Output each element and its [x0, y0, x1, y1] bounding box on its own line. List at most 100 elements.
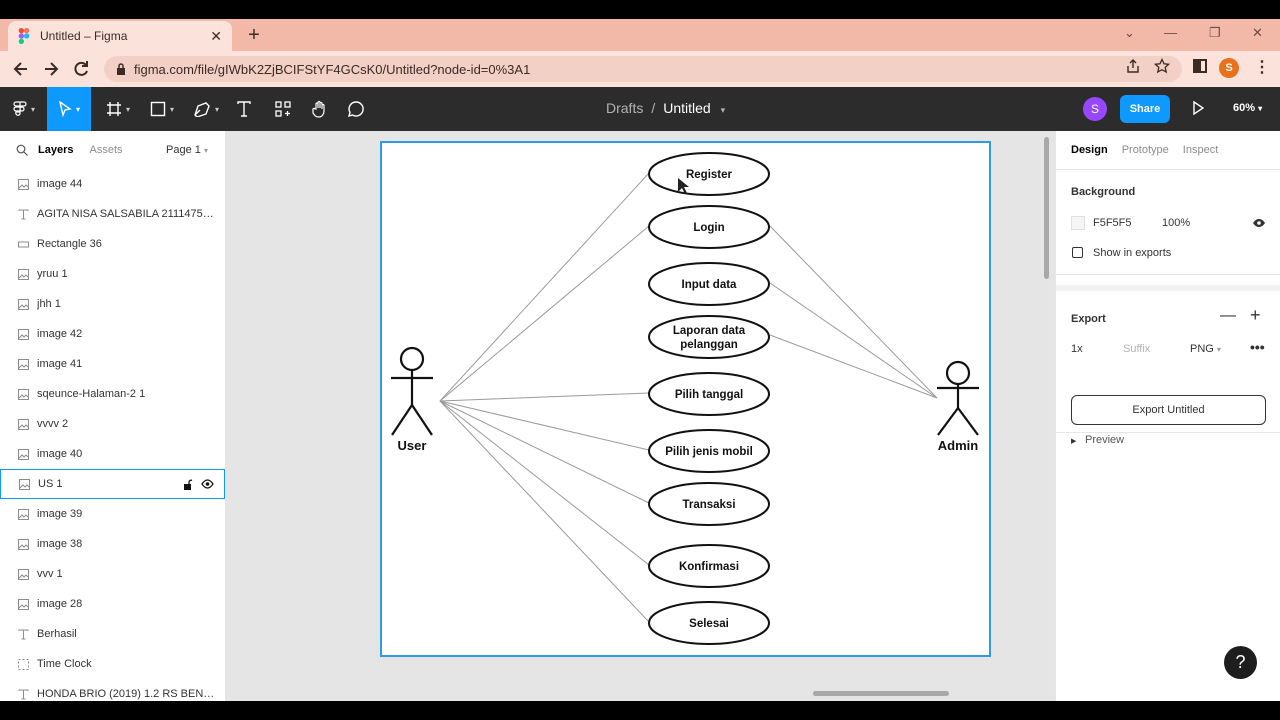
- move-tool-button[interactable]: ▾: [47, 87, 91, 131]
- use-case-label: Register: [686, 169, 733, 181]
- minimize-icon[interactable]: —: [1164, 25, 1177, 40]
- layer-row[interactable]: Rectangle 36: [0, 229, 225, 259]
- reload-icon[interactable]: [71, 59, 91, 79]
- layer-row[interactable]: image 44: [0, 169, 225, 199]
- frame-tool-button[interactable]: ▾: [100, 87, 136, 131]
- layer-row[interactable]: Time Clock: [0, 649, 225, 679]
- tab-design[interactable]: Design: [1071, 144, 1108, 156]
- more-options-icon[interactable]: •••: [1250, 339, 1265, 355]
- tab-assets[interactable]: Assets: [89, 144, 122, 156]
- tab-prototype[interactable]: Prototype: [1122, 144, 1169, 156]
- layer-row[interactable]: vvv 1: [0, 559, 225, 589]
- hand-icon: [312, 100, 325, 118]
- main-menu-button[interactable]: ▾: [6, 87, 42, 131]
- show-in-exports-checkbox[interactable]: [1072, 247, 1083, 258]
- file-name[interactable]: Untitled: [663, 100, 710, 116]
- layer-name: image 39: [37, 508, 83, 520]
- vertical-scrollbar[interactable]: [1044, 137, 1049, 279]
- eye-icon[interactable]: [1252, 218, 1266, 228]
- new-tab-button[interactable]: +: [244, 23, 264, 47]
- layer-row[interactable]: image 40: [0, 439, 225, 469]
- layer-name: image 28: [37, 598, 83, 610]
- layer-row[interactable]: sqeunce-Halaman-2 1: [0, 379, 225, 409]
- layer-name: yruu 1: [37, 268, 68, 280]
- layer-row[interactable]: yruu 1: [0, 259, 225, 289]
- export-section: Export — + 1x Suffix PNG ▾ ••• Export Un…: [1056, 285, 1280, 446]
- resources-button[interactable]: [270, 87, 296, 131]
- figma-logo-icon: [18, 28, 30, 44]
- window-close-icon[interactable]: ✕: [1252, 25, 1263, 41]
- breadcrumb-drafts[interactable]: Drafts: [606, 100, 643, 116]
- present-play-icon[interactable]: [1192, 101, 1204, 115]
- frame-us-1[interactable]: User Admin Register Login Input data Lap…: [380, 141, 991, 657]
- export-button[interactable]: Export Untitled: [1071, 395, 1266, 425]
- shape-tool-button[interactable]: ▾: [144, 87, 180, 131]
- tab-layers[interactable]: Layers: [38, 144, 73, 156]
- frame-icon: [106, 102, 121, 116]
- hand-tool-button[interactable]: [306, 87, 334, 131]
- layer-name: Rectangle 36: [37, 238, 102, 250]
- zoom-dropdown[interactable]: 60% ▾: [1233, 102, 1262, 114]
- help-button[interactable]: ?: [1224, 646, 1257, 679]
- chevron-down-icon[interactable]: ▾: [721, 105, 726, 115]
- sidepanel-icon[interactable]: [1192, 58, 1208, 74]
- eye-icon[interactable]: [201, 479, 214, 492]
- background-swatch[interactable]: [1071, 216, 1085, 230]
- layer-name: image 41: [37, 358, 83, 370]
- layer-row[interactable]: image 41: [0, 349, 225, 379]
- forward-icon[interactable]: [41, 59, 61, 79]
- use-case-laporan[interactable]: [648, 315, 770, 359]
- url-input[interactable]: figma.com/file/gIWbK2ZjBCIFStYF4GCsK0/Un…: [104, 56, 1182, 82]
- layer-row[interactable]: jhh 1: [0, 289, 225, 319]
- pen-tool-button[interactable]: ▾: [188, 87, 224, 131]
- menu-icon[interactable]: ⋮: [1254, 57, 1270, 77]
- move-cursor-icon: [59, 101, 72, 117]
- remove-export-icon[interactable]: —: [1220, 307, 1236, 325]
- profile-avatar[interactable]: S: [1219, 58, 1239, 78]
- background-opacity[interactable]: 100%: [1162, 217, 1190, 229]
- page-selector[interactable]: Page 1 ▾: [166, 144, 208, 156]
- layer-row[interactable]: US 1: [0, 469, 225, 499]
- image-layer-icon: [18, 598, 29, 610]
- export-format-select[interactable]: PNG ▾: [1190, 343, 1221, 355]
- image-layer-icon: [18, 568, 29, 580]
- layer-row[interactable]: vvvv 2: [0, 409, 225, 439]
- bookmark-star-icon[interactable]: [1154, 58, 1170, 74]
- tab-search-icon[interactable]: ⌄: [1124, 25, 1135, 41]
- layer-list: image 44 AGITA NISA SALSABILA 21114753...…: [0, 169, 225, 701]
- background-hex[interactable]: F5F5F5: [1093, 217, 1132, 229]
- export-suffix-input[interactable]: Suffix: [1123, 343, 1150, 355]
- add-export-icon[interactable]: +: [1250, 305, 1261, 326]
- properties-tabs: Design Prototype Inspect: [1056, 131, 1280, 169]
- use-case-label: Pilih tanggal: [675, 389, 743, 401]
- comment-tool-button[interactable]: [342, 87, 370, 131]
- layer-row[interactable]: AGITA NISA SALSABILA 21114753...: [0, 199, 225, 229]
- layer-row[interactable]: image 39: [0, 499, 225, 529]
- layer-row[interactable]: image 28: [0, 589, 225, 619]
- unlock-icon[interactable]: [183, 479, 193, 493]
- text-layer-icon: [18, 209, 29, 220]
- canvas[interactable]: User Admin Register Login Input data Lap…: [226, 131, 1055, 701]
- search-icon[interactable]: [16, 144, 28, 156]
- layers-panel: Layers Assets Page 1 ▾ image 44 AGITA NIS…: [0, 131, 226, 701]
- back-icon[interactable]: [11, 59, 31, 79]
- tab-close-icon[interactable]: ✕: [210, 28, 222, 45]
- browser-tab[interactable]: Untitled – Figma ✕: [8, 21, 232, 51]
- restore-icon[interactable]: ❐: [1209, 25, 1221, 41]
- export-title: Export: [1071, 313, 1106, 325]
- horizontal-scrollbar[interactable]: [813, 691, 949, 696]
- rectangle-icon: [150, 101, 166, 117]
- preview-toggle[interactable]: Preview: [1085, 434, 1124, 446]
- share-page-icon[interactable]: [1125, 58, 1141, 74]
- export-scale[interactable]: 1x: [1071, 343, 1083, 355]
- layer-row[interactable]: image 38: [0, 529, 225, 559]
- layer-row[interactable]: Berhasil: [0, 619, 225, 649]
- user-avatar[interactable]: S: [1083, 97, 1107, 121]
- tab-inspect[interactable]: Inspect: [1183, 144, 1218, 156]
- layer-row[interactable]: image 42: [0, 319, 225, 349]
- chevron-right-icon[interactable]: ▶: [1071, 437, 1076, 445]
- background-title: Background: [1071, 186, 1136, 198]
- layer-row[interactable]: HONDA BRIO (2019) 1.2 RS BENSI...: [0, 679, 225, 701]
- text-tool-button[interactable]: [232, 87, 256, 131]
- share-button[interactable]: Share: [1120, 95, 1170, 123]
